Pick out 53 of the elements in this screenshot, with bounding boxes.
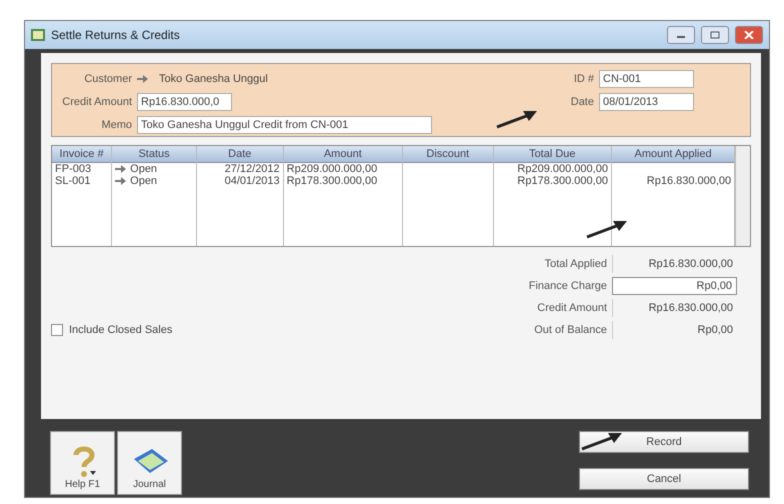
checkbox[interactable] — [51, 324, 63, 336]
column-header[interactable]: Amount — [284, 146, 402, 163]
checkbox-label: Include Closed Sales — [69, 324, 172, 336]
window-title: Settle Returns & Credits — [51, 28, 181, 42]
close-button[interactable] — [735, 26, 763, 44]
table-cell: 27/12/2012 — [224, 163, 280, 175]
total-label: Finance Charge — [528, 280, 607, 292]
arrow-icon — [580, 431, 624, 451]
journal-button[interactable]: Journal — [117, 431, 182, 495]
maximize-button[interactable] — [701, 26, 729, 44]
right-arrow-icon — [115, 177, 126, 185]
table-cell: Rp209.000.000,00 — [286, 163, 378, 175]
right-arrow-icon — [137, 75, 148, 83]
help-button[interactable]: Help F1 — [50, 431, 115, 495]
table-cell: SL-001 — [55, 175, 90, 187]
table-cell: 04/01/2013 — [224, 175, 280, 187]
id-field[interactable]: CN-001 — [599, 70, 694, 88]
arrow-icon — [495, 109, 539, 129]
total-field[interactable]: Rp0,00 — [612, 277, 737, 295]
arrow-icon — [585, 219, 629, 239]
minimize-button[interactable] — [667, 26, 695, 44]
table-cell: FP-003 — [55, 163, 92, 175]
table-cell: Open — [130, 175, 158, 187]
table-cell: Rp178.300.000,00 — [286, 175, 378, 187]
total-label: Total Applied — [544, 258, 607, 270]
table-cell: Rp16.830.000,00 — [646, 175, 732, 187]
table-cell: Rp209.000.000,00 — [517, 163, 608, 175]
field-label: Memo — [100, 119, 132, 131]
field-label: ID # — [572, 73, 594, 85]
field-label: Date — [570, 96, 594, 108]
cancel-button[interactable]: Cancel — [579, 468, 749, 490]
record-button[interactable]: Record — [579, 431, 749, 453]
total-label: Credit Amount — [536, 302, 607, 314]
column-header[interactable]: Invoice # — [52, 146, 112, 163]
column-header[interactable]: Amount Applied — [612, 146, 734, 163]
field-label: Customer — [83, 73, 132, 85]
date-field[interactable]: 08/01/2013 — [599, 93, 694, 111]
table-cell: Open — [130, 163, 158, 175]
close-icon — [744, 31, 754, 39]
credit-amount-field[interactable]: Rp16.830.000,0 — [137, 93, 232, 111]
column-header[interactable]: Status — [112, 146, 196, 163]
table-cell: Rp178.300.000,00 — [517, 175, 608, 187]
total-label: Out of Balance — [533, 324, 607, 336]
scrollbar[interactable] — [735, 146, 750, 246]
field-label: Credit Amount — [61, 96, 132, 108]
right-arrow-icon — [115, 165, 126, 173]
column-header[interactable]: Discount — [402, 146, 493, 163]
app-icon — [31, 29, 45, 41]
column-header[interactable]: Total Due — [494, 146, 611, 163]
column-header[interactable]: Date — [196, 146, 283, 163]
maximize-icon — [710, 31, 720, 39]
customer-name: Toko Ganesha Unggul — [159, 73, 268, 85]
memo-field[interactable]: Toko Ganesha Unggul Credit from CN-001 — [137, 116, 432, 134]
